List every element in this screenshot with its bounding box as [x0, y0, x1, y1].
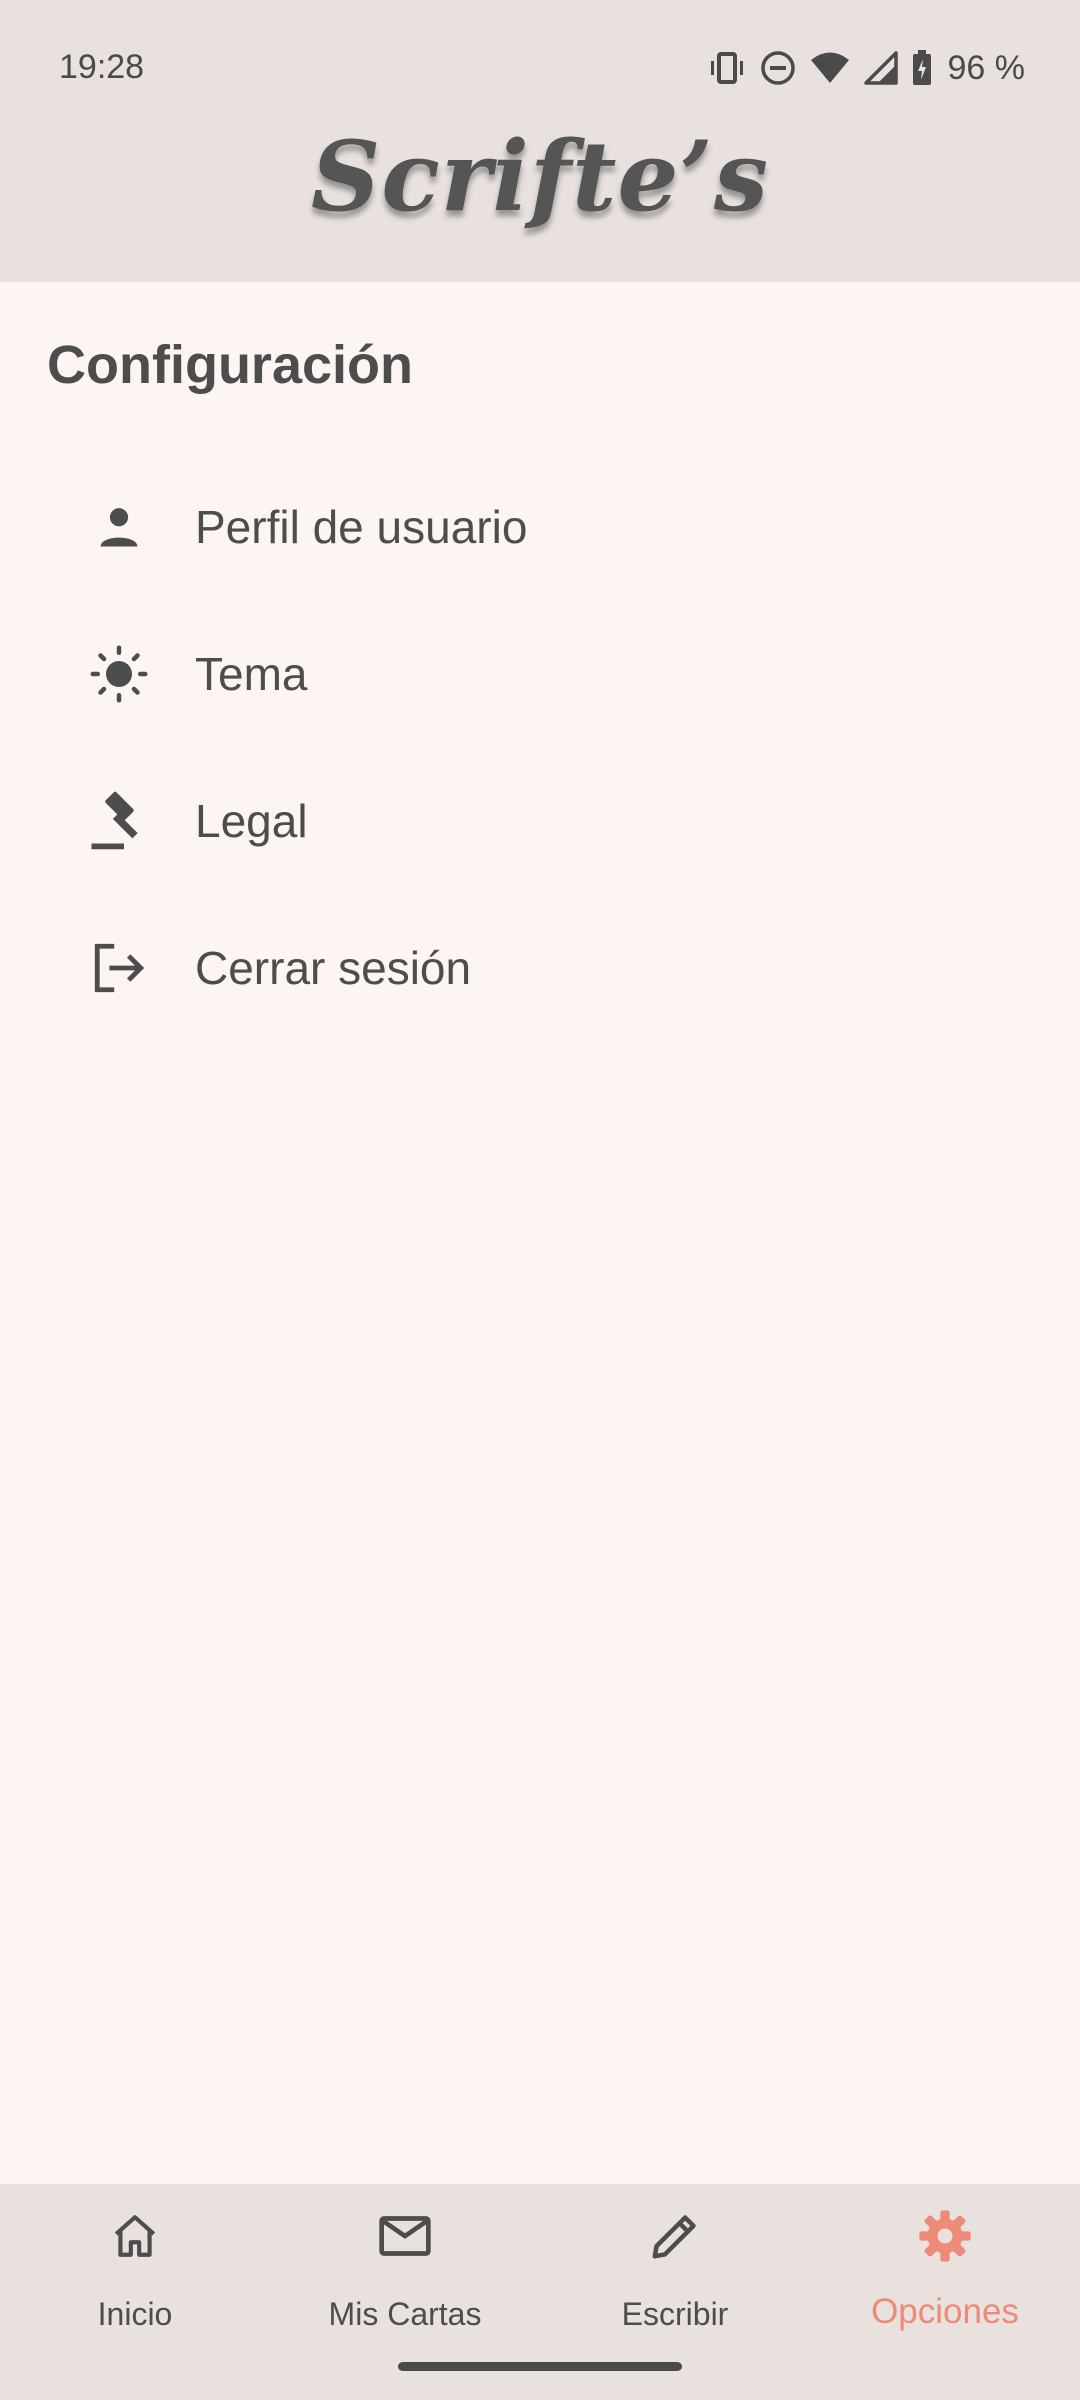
menu-item-logout[interactable]: Cerrar sesión	[0, 903, 1080, 1033]
gavel-icon	[86, 788, 152, 854]
status-bar: 19:28 96 %	[0, 0, 1080, 134]
menu-item-label: Tema	[195, 648, 308, 700]
nav-label: Escribir	[621, 2296, 729, 2332]
app-header: 19:28 96 % Scrifte’s	[0, 0, 1080, 282]
status-icons: 96 %	[708, 46, 1026, 90]
vibrate-icon	[708, 51, 746, 85]
wifi-icon	[810, 51, 850, 85]
menu-item-label: Cerrar sesión	[195, 942, 472, 994]
nav-label: Inicio	[97, 2296, 173, 2332]
pencil-icon	[540, 2206, 810, 2266]
nav-item-options[interactable]: Opciones	[810, 2184, 1080, 2364]
battery-icon	[912, 50, 932, 86]
person-icon	[86, 494, 152, 560]
logout-icon	[86, 935, 152, 1001]
status-time: 19:28	[59, 48, 145, 86]
nav-label: Mis Cartas	[328, 2296, 482, 2332]
signal-icon	[863, 51, 898, 85]
nav-item-my-letters[interactable]: Mis Cartas	[270, 2184, 540, 2364]
nav-item-write[interactable]: Escribir	[540, 2184, 810, 2364]
menu-item-label: Perfil de usuario	[195, 501, 528, 553]
battery-percent: 96 %	[947, 48, 1026, 87]
nav-item-home[interactable]: Inicio	[0, 2184, 270, 2364]
menu-item-legal[interactable]: Legal	[0, 756, 1080, 886]
gear-icon	[810, 2206, 1080, 2266]
nav-label: Opciones	[871, 2292, 1019, 2331]
mail-icon	[270, 2206, 540, 2266]
page-title: Configuración	[47, 335, 413, 395]
app-title: Scrifte’s	[310, 120, 769, 233]
home-icon	[0, 2206, 270, 2266]
home-indicator[interactable]	[398, 2362, 682, 2371]
do-not-disturb-icon	[760, 50, 796, 86]
menu-item-user-profile[interactable]: Perfil de usuario	[0, 462, 1080, 592]
menu-item-theme[interactable]: Tema	[0, 609, 1080, 739]
sun-icon	[86, 641, 152, 707]
menu-item-label: Legal	[195, 795, 308, 847]
